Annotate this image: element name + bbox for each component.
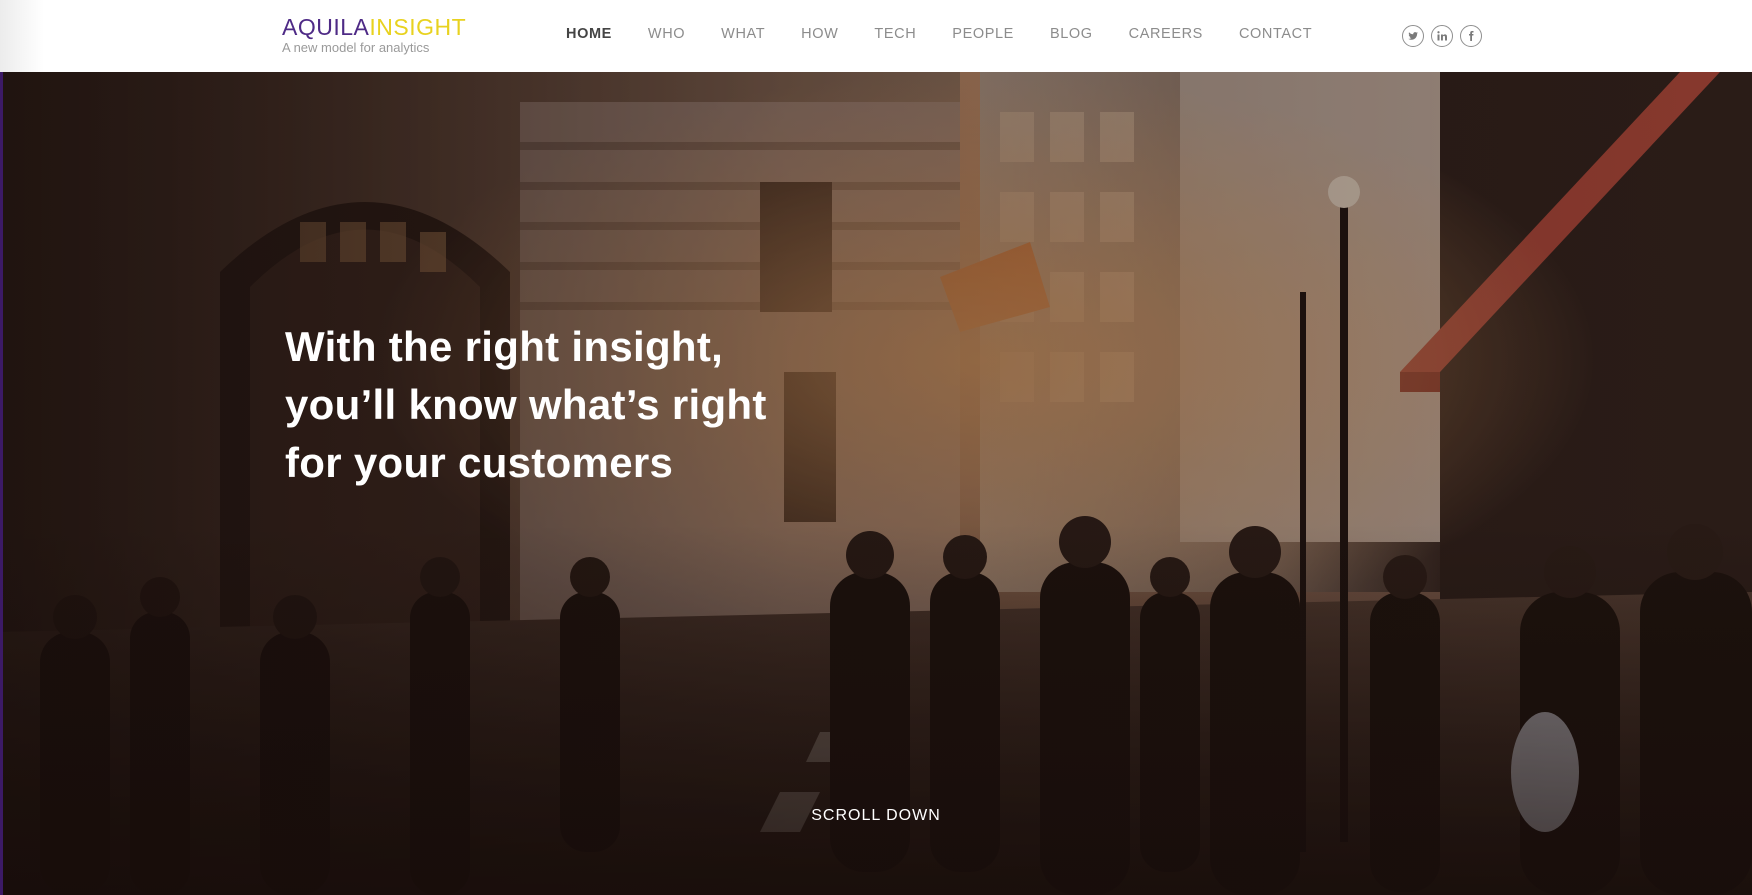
- facebook-icon[interactable]: [1460, 25, 1482, 47]
- nav-item-careers[interactable]: CAREERS: [1129, 24, 1203, 44]
- brand-wordmark: AQUILAINSIGHT: [282, 16, 466, 39]
- hero-headline-line: you’ll know what’s right: [285, 381, 767, 428]
- header-edge-shade: [0, 0, 44, 72]
- nav-item-what[interactable]: WHAT: [721, 24, 765, 44]
- main-nav: HOME WHO WHAT HOW TECH PEOPLE BLOG CAREE…: [566, 24, 1312, 44]
- nav-item-who[interactable]: WHO: [648, 24, 685, 44]
- nav-item-home[interactable]: HOME: [566, 24, 612, 44]
- nav-item-how[interactable]: HOW: [801, 24, 838, 44]
- nav-item-people[interactable]: PEOPLE: [952, 24, 1014, 44]
- nav-item-blog[interactable]: BLOG: [1050, 24, 1093, 44]
- brand-tagline: A new model for analytics: [282, 40, 430, 55]
- hero-headline-line: for your customers: [285, 439, 674, 486]
- hero-section: With the right insight, you’ll know what…: [0, 72, 1752, 895]
- social-links: [1402, 25, 1482, 47]
- linkedin-icon[interactable]: [1431, 25, 1453, 47]
- brand-word-aquila: AQUILA: [282, 14, 370, 40]
- nav-item-contact[interactable]: CONTACT: [1239, 24, 1312, 44]
- hero-left-edge: [0, 72, 3, 895]
- site-header: AQUILAINSIGHT A new model for analytics …: [0, 0, 1752, 72]
- hero-headline: With the right insight, you’ll know what…: [285, 318, 905, 492]
- hero-headline-line: With the right insight,: [285, 323, 724, 370]
- scroll-down-link[interactable]: SCROLL DOWN: [0, 807, 1752, 825]
- nav-item-tech[interactable]: TECH: [874, 24, 916, 44]
- brand-word-insight: INSIGHT: [369, 14, 467, 40]
- twitter-icon[interactable]: [1402, 25, 1424, 47]
- brand-logo[interactable]: AQUILAINSIGHT A new model for analytics: [282, 16, 466, 56]
